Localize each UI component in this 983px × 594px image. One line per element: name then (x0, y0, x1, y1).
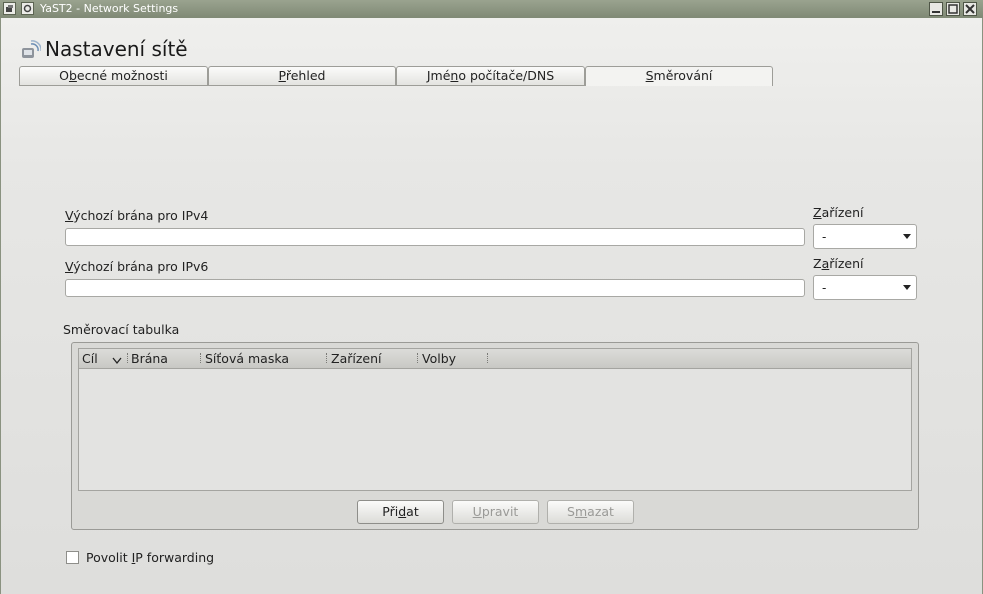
tab-hostname-dns[interactable]: Jméno počítače/DNS (396, 66, 585, 85)
ipv6-gateway-label: Výchozí brána pro IPv6 (65, 259, 209, 274)
delete-route-button-label: Smazat (567, 504, 614, 519)
edit-route-button[interactable]: Upravit (452, 500, 539, 524)
window-menu-icon[interactable] (3, 2, 16, 15)
column-header-options[interactable]: Volby (422, 351, 456, 366)
minimize-icon[interactable] (929, 2, 943, 16)
routing-table[interactable]: Cíl Brána Síťová maska Zařízení Volby (78, 348, 912, 491)
ipv4-device-value: - (822, 230, 827, 244)
tab-general-label: Obecné možnosti (59, 68, 168, 83)
ip-forwarding-checkbox[interactable] (66, 551, 79, 564)
delete-route-button[interactable]: Smazat (547, 500, 634, 524)
ipv4-gateway-input[interactable] (65, 228, 805, 246)
column-header-netmask[interactable]: Síťová maska (205, 351, 289, 366)
column-header-device[interactable]: Zařízení (331, 351, 381, 366)
tab-divider (19, 85, 586, 86)
edit-route-button-label: Upravit (472, 504, 519, 519)
add-route-button-label: Přidat (382, 504, 419, 519)
routing-table-title: Směrovací tabulka (63, 322, 180, 337)
column-header-gateway[interactable]: Brána (131, 351, 168, 366)
pin-icon[interactable] (21, 2, 34, 15)
maximize-icon[interactable] (946, 2, 960, 16)
column-separator[interactable] (200, 353, 202, 363)
sort-descending-icon (112, 354, 122, 369)
ipv4-gateway-label: Výchozí brána pro IPv4 (65, 208, 209, 223)
ipv4-device-select[interactable]: - (813, 224, 917, 249)
tab-routing[interactable]: Směrování (585, 66, 773, 86)
column-separator[interactable] (127, 353, 129, 363)
column-separator[interactable] (326, 353, 328, 363)
ipv6-device-label: Zařízení (813, 256, 864, 271)
tab-general[interactable]: Obecné možnosti (19, 66, 208, 85)
ipv6-device-value: - (822, 281, 827, 295)
tab-hostname-dns-label: Jméno počítače/DNS (426, 68, 555, 83)
ipv4-device-label: Zařízení (813, 205, 864, 220)
window-title: YaST2 - Network Settings (40, 2, 179, 15)
column-header-destination[interactable]: Cíl (82, 351, 98, 366)
ip-forwarding-label[interactable]: Povolit IP forwarding (86, 550, 214, 565)
routing-table-header: Cíl Brána Síťová maska Zařízení Volby (79, 349, 911, 369)
page-title: Nastavení sítě (45, 37, 188, 61)
column-separator[interactable] (417, 353, 419, 363)
tab-routing-label: Směrování (645, 68, 713, 83)
network-icon (19, 40, 42, 60)
ipv6-gateway-input[interactable] (65, 279, 805, 297)
add-route-button[interactable]: Přidat (357, 500, 444, 524)
column-separator[interactable] (487, 353, 489, 363)
window-titlebar: YaST2 - Network Settings (0, 0, 983, 18)
tab-overview-label: Přehled (278, 68, 326, 83)
close-icon[interactable] (963, 2, 977, 16)
tab-overview[interactable]: Přehled (208, 66, 396, 85)
dropdown-arrow-icon (903, 234, 911, 239)
dropdown-arrow-icon (903, 285, 911, 290)
ipv6-device-select[interactable]: - (813, 275, 917, 300)
